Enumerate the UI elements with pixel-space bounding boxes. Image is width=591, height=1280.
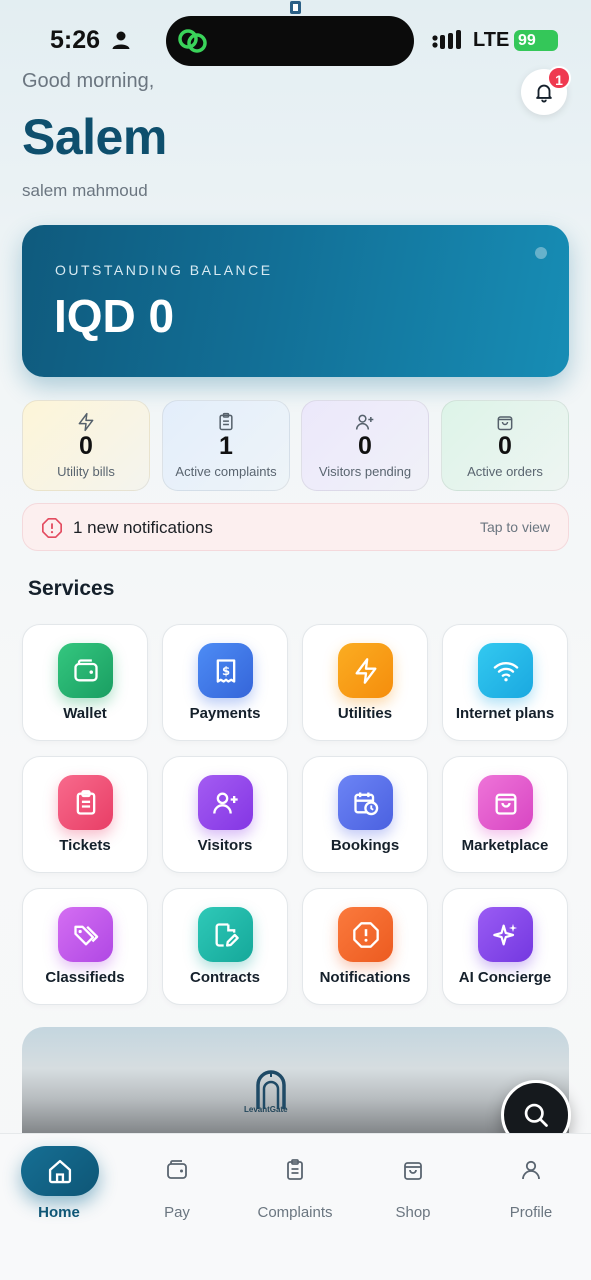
bag-icon (404, 1162, 422, 1180)
nav-complaints[interactable]: Complaints (236, 1134, 354, 1234)
nav-label: Shop (395, 1204, 431, 1221)
wallet-icon (58, 643, 113, 698)
bottom-navigation: Home Pay Complaints Shop Profile (0, 1133, 591, 1280)
bag-icon (497, 416, 513, 431)
service-classifieds[interactable]: Classifieds (22, 888, 148, 1005)
service-visitors[interactable]: Visitors (162, 756, 288, 873)
sparkles-icon (478, 907, 533, 962)
nav-home-active-pill (21, 1146, 99, 1196)
stat-value: 1 (219, 432, 233, 460)
greeting-text: Good morning, (22, 70, 155, 92)
service-label: Classifieds (45, 969, 125, 986)
user-full-name: salem mahmoud (22, 181, 148, 200)
battery-level: 99 (518, 32, 536, 49)
new-notifications-banner[interactable]: 1 new notifications Tap to view (22, 503, 569, 551)
search-icon (524, 1103, 548, 1127)
signal-icon (432, 30, 461, 49)
service-label: AI Concierge (458, 969, 552, 986)
wallet-icon (167, 1160, 187, 1179)
service-bookings[interactable]: Bookings (302, 756, 428, 873)
receipt-icon: $ (198, 643, 253, 698)
balance-label: OUTSTANDING BALANCE (55, 262, 273, 278)
stat-value: 0 (498, 432, 512, 460)
status-time: 5:26 (50, 26, 101, 54)
lightning-icon (78, 412, 94, 432)
stat-visitors-pending[interactable]: 0 Visitors pending (301, 400, 429, 491)
notification-banner-text: 1 new notifications (73, 518, 213, 537)
service-label: Bookings (330, 837, 400, 854)
stat-active-complaints[interactable]: 1 Active complaints (162, 400, 290, 491)
service-marketplace[interactable]: Marketplace (442, 756, 568, 873)
home-icon (48, 1159, 72, 1184)
stat-active-orders[interactable]: 0 Active orders (441, 400, 569, 491)
user-plus-icon (198, 775, 253, 830)
service-label: Wallet (63, 705, 107, 722)
service-utilities[interactable]: Utilities (302, 624, 428, 741)
outstanding-balance-card[interactable]: OUTSTANDING BALANCE IQD 0 (22, 225, 569, 377)
document-edit-icon (198, 907, 253, 962)
service-label: Marketplace (461, 837, 549, 854)
stat-value: 0 (79, 432, 93, 460)
stat-utility-bills[interactable]: 0 Utility bills (22, 400, 150, 491)
app-glyph-icon (290, 1, 301, 14)
stat-label: Active orders (467, 464, 543, 479)
service-label: Utilities (337, 705, 393, 722)
battery-indicator: 99 (514, 30, 558, 51)
service-label: Tickets (59, 837, 111, 854)
wifi-icon (478, 643, 533, 698)
stat-label: Utility bills (57, 464, 115, 479)
alert-octagon-icon (42, 518, 62, 538)
clipboard-icon (287, 1159, 303, 1180)
service-wallet[interactable]: Wallet (22, 624, 148, 741)
alert-octagon-icon (338, 907, 393, 962)
nav-pay[interactable]: Pay (118, 1134, 236, 1234)
services-section-title: Services (28, 577, 115, 600)
nav-home[interactable]: Home (0, 1134, 118, 1234)
nav-profile[interactable]: Profile (472, 1134, 590, 1234)
tags-icon (58, 907, 113, 962)
user-first-name: Salem (22, 109, 167, 165)
clipboard-icon (58, 775, 113, 830)
promo-brand-text: LevantGate (244, 1105, 288, 1114)
stat-label: Visitors pending (318, 464, 412, 479)
service-label: Contracts (189, 969, 260, 986)
service-internet-plans[interactable]: Internet plans (442, 624, 568, 741)
balance-decor-dot (535, 247, 547, 259)
nav-label: Complaints (257, 1204, 333, 1221)
status-bar: 5:26 LTE 99 (0, 0, 591, 80)
stat-value: 0 (358, 432, 372, 460)
notification-count-badge: 1 (547, 66, 571, 90)
service-label: Visitors (197, 837, 253, 854)
service-notifications[interactable]: Notifications (302, 888, 428, 1005)
network-type: LTE (473, 29, 510, 51)
person-fill-icon (112, 31, 130, 49)
service-ai-concierge[interactable]: AI Concierge (442, 888, 568, 1005)
nav-label: Pay (164, 1204, 190, 1221)
link-rings-icon (178, 29, 207, 53)
bag-icon (478, 775, 533, 830)
service-label: Notifications (319, 969, 411, 986)
nav-label: Profile (509, 1204, 553, 1221)
stat-label: Active complaints (175, 464, 277, 479)
clipboard-icon (219, 412, 233, 431)
balance-value: IQD 0 (54, 290, 175, 342)
svg-text:$: $ (221, 664, 229, 678)
service-contracts[interactable]: Contracts (162, 888, 288, 1005)
tap-to-view-link[interactable]: Tap to view (480, 519, 550, 535)
service-payments[interactable]: $ Payments (162, 624, 288, 741)
user-plus-icon (355, 414, 374, 430)
nav-shop[interactable]: Shop (354, 1134, 472, 1234)
service-label: Internet plans (455, 705, 555, 722)
user-icon (522, 1160, 540, 1180)
calendar-clock-icon (338, 775, 393, 830)
service-label: Payments (189, 705, 261, 722)
promo-banner[interactable]: LevantGate (22, 1027, 569, 1147)
lightning-icon (338, 643, 393, 698)
nav-label: Home (38, 1204, 80, 1221)
service-tickets[interactable]: Tickets (22, 756, 148, 873)
